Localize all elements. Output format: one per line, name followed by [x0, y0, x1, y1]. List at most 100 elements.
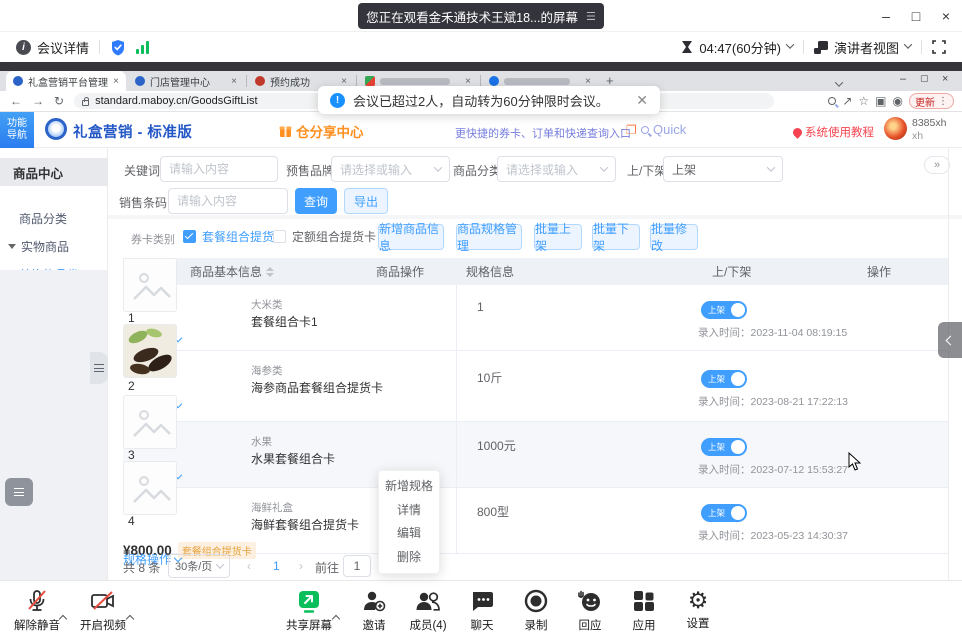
reload-icon[interactable]: ↻ [54, 94, 64, 108]
browser-tab-active[interactable]: 礼盒营销平台管理中心 × [6, 71, 126, 91]
panel-expand-handle[interactable] [938, 322, 962, 358]
tab-close-icon[interactable]: × [113, 76, 119, 87]
batch-off-button[interactable]: 批量下架 [592, 224, 640, 250]
status-select[interactable]: 上架 [663, 156, 783, 182]
toast-close-icon[interactable]: ✕ [636, 92, 648, 109]
share-screen-button[interactable]: 共享屏幕 [281, 589, 337, 633]
share-center-link[interactable]: 仓分享中心 [279, 121, 364, 141]
browser-maximize-icon[interactable]: ▢ [920, 73, 929, 84]
sidebar-item-goods-category[interactable]: 商品分类 [19, 210, 67, 227]
view-dropdown-icon[interactable] [904, 40, 912, 48]
status-toggle[interactable]: 上架 [701, 301, 747, 319]
settings-button[interactable]: ⚙ 设置 [670, 589, 726, 631]
goto-page-input[interactable] [343, 555, 371, 577]
user-avatar[interactable] [884, 117, 907, 140]
tab-close-icon[interactable]: × [465, 76, 471, 87]
list-icon [94, 364, 104, 372]
menu-item-details[interactable]: 详情 [379, 499, 439, 522]
checkbox-fixed-card[interactable]: 定额组合提货卡 [273, 228, 376, 245]
status-toggle[interactable]: 上架 [701, 504, 747, 522]
bookmark-star-icon[interactable]: ☆ [858, 94, 869, 108]
network-signal-icon[interactable] [136, 40, 149, 54]
side-panel-icon[interactable]: ▣ [875, 94, 886, 108]
menu-item-edit[interactable]: 编辑 [379, 522, 439, 545]
search-button[interactable]: 查询 [295, 188, 337, 214]
view-switcher[interactable]: 演讲者视图 [814, 38, 911, 57]
browser-close-icon[interactable]: × [942, 73, 948, 85]
table-row: 2 海参类 海参商品套餐组合提货卡 商品操作 10斤 ¥500.00套餐组合提货… [123, 351, 948, 422]
barcode-input[interactable] [168, 188, 288, 214]
tutorial-link[interactable]: 系统使用教程 [793, 124, 874, 140]
menu-dots-icon[interactable]: ⋮ [938, 96, 948, 107]
tab-favicon [13, 76, 23, 86]
fullscreen-icon[interactable] [932, 40, 946, 54]
banner-menu-icon[interactable]: ☰ [586, 10, 596, 23]
quick-search[interactable]: Quick [641, 122, 686, 137]
status-toggle[interactable]: 上架 [701, 438, 747, 456]
start-video-button[interactable]: 开启视频 [75, 589, 131, 633]
status-label: 上/下架 [627, 162, 666, 179]
tab-search-icon[interactable] [836, 74, 842, 92]
checkbox-unchecked-icon[interactable] [273, 230, 286, 243]
zoom-icon[interactable] [828, 94, 836, 108]
next-page-icon[interactable]: › [299, 559, 303, 573]
meeting-toolbar: 解除静音 开启视频 共享屏幕 [0, 580, 962, 642]
col-product-info[interactable]: 商品基本信息 [190, 258, 274, 285]
share-options-chevron[interactable] [333, 609, 339, 627]
checkbox-checked-icon[interactable] [183, 230, 196, 243]
filter-collapse-button[interactable]: » [924, 156, 950, 174]
browser-tab[interactable]: 门店管理中心 × [128, 71, 244, 91]
brand-select[interactable]: 请选择或输入 [331, 156, 450, 182]
minimize-button[interactable]: – [872, 4, 900, 28]
entry-time: 录入时间：2023-11-04 08:19:15 [698, 325, 847, 340]
prev-page-icon[interactable]: ‹ [247, 559, 251, 573]
shield-icon[interactable] [110, 39, 126, 56]
back-icon[interactable]: ← [10, 94, 22, 108]
profile-icon[interactable]: ◉ [893, 94, 903, 108]
timer-dropdown-icon[interactable] [786, 40, 794, 48]
add-product-button[interactable]: 新增商品信息 [378, 224, 444, 250]
browser-update-button[interactable]: 更新 ⋮ [909, 93, 954, 109]
sidebar-section-goods-center[interactable]: 商品中心 [0, 158, 108, 186]
menu-item-add-spec[interactable]: 新增规格 [379, 475, 439, 498]
checkbox-package-card[interactable]: 套餐组合提货卡 [183, 228, 286, 245]
tab-close-icon[interactable]: × [231, 76, 237, 87]
unmute-button[interactable]: 解除静音 [9, 589, 65, 633]
tab-close-icon[interactable]: × [585, 76, 591, 87]
reaction-button[interactable]: 回应 [562, 589, 618, 633]
meeting-timer[interactable]: 04:47(60分钟) [681, 38, 793, 57]
video-options-chevron[interactable] [127, 609, 133, 627]
batch-on-button[interactable]: 批量上架 [534, 224, 582, 250]
product-image-placeholder [123, 258, 177, 312]
tab-close-icon[interactable]: × [341, 76, 347, 87]
sort-icon[interactable] [266, 267, 274, 277]
current-page[interactable]: 1 [273, 559, 280, 573]
chat-button[interactable]: 聊天 [454, 589, 510, 633]
quick-entry-icon[interactable]: ❐ [626, 123, 637, 137]
category-select[interactable]: 请选择或输入 [497, 156, 616, 182]
maximize-button[interactable]: □ [902, 4, 930, 28]
status-toggle[interactable]: 上架 [701, 370, 747, 388]
spec-manage-button[interactable]: 商品规格管理 [456, 224, 522, 250]
menu-item-delete[interactable]: 删除 [379, 546, 439, 569]
forward-icon[interactable]: → [32, 94, 44, 108]
page-size-select[interactable]: 30条/页 [168, 554, 230, 578]
export-button[interactable]: 导出 [344, 188, 388, 214]
record-button[interactable]: 录制 [508, 589, 564, 633]
sidebar-item-physical-goods[interactable]: 实物商品 [8, 238, 69, 255]
browser-minimize-icon[interactable]: – [900, 73, 906, 85]
close-button[interactable]: × [932, 4, 960, 28]
keyword-input[interactable] [160, 156, 278, 182]
mic-options-chevron[interactable] [60, 609, 66, 627]
function-nav-button[interactable]: 功能导航 [0, 112, 34, 148]
toggle-knob [731, 303, 745, 317]
meeting-details-button[interactable]: i 会议详情 [16, 38, 89, 57]
meeting-float-widget[interactable] [5, 478, 33, 506]
batch-edit-button[interactable]: 批量修改 [650, 224, 698, 250]
browser-frame [0, 62, 962, 71]
invite-button[interactable]: 邀请 [346, 589, 402, 633]
sidebar-collapse-handle[interactable] [90, 352, 108, 384]
share-icon[interactable]: ↗ [842, 94, 852, 108]
apps-button[interactable]: 应用 [616, 589, 672, 633]
members-button[interactable]: 成员(4) [400, 589, 456, 633]
